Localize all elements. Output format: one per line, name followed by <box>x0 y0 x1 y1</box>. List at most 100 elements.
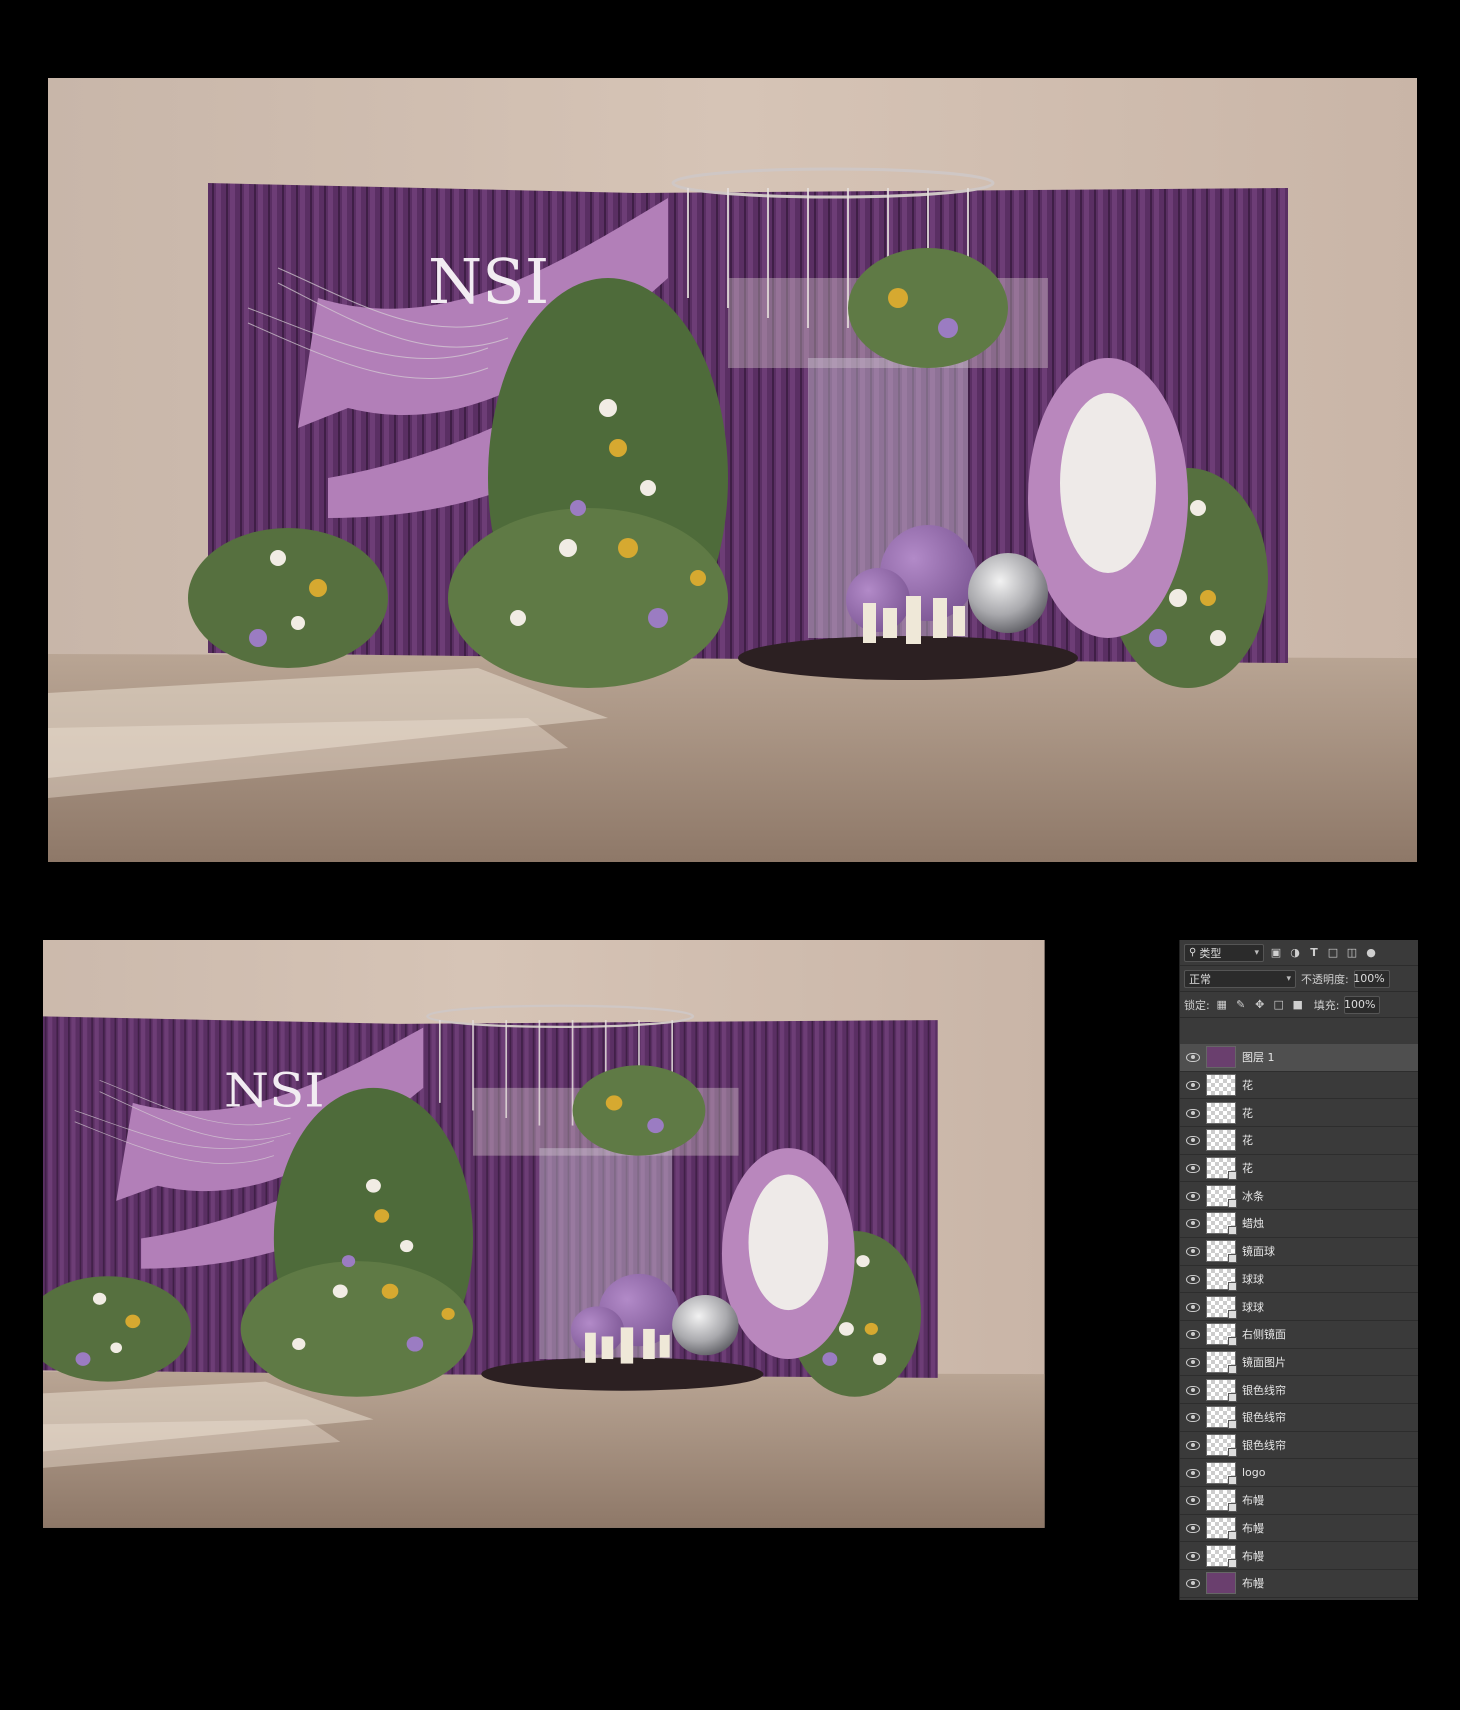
layer-name: 银色线帘 <box>1242 1383 1286 1397</box>
blend-mode-value: 正常 <box>1189 972 1211 986</box>
visibility-eye-icon[interactable] <box>1186 1302 1200 1312</box>
layer-row[interactable]: 镜面球 <box>1180 1238 1418 1266</box>
visibility-eye-icon[interactable] <box>1186 1412 1200 1423</box>
visibility-eye-icon[interactable] <box>1186 1052 1200 1063</box>
visibility-eye-icon[interactable] <box>1186 1523 1200 1534</box>
layer-name: 布幔 <box>1242 1577 1264 1591</box>
lock-transparent-icon[interactable]: ▦ <box>1215 998 1229 1012</box>
layer-filter-select[interactable]: ⚲ 类型 ▾ <box>1184 943 1264 962</box>
layer-row[interactable]: 布幔 <box>1180 1570 1418 1598</box>
layer-thumbnail <box>1206 1544 1237 1568</box>
visibility-eye-icon[interactable] <box>1186 1080 1200 1091</box>
smart-object-badge-icon <box>1228 1475 1237 1485</box>
layer-thumbnail <box>1206 1350 1237 1374</box>
smart-object-badge-icon <box>1228 1503 1237 1513</box>
smart-object-filter-icon[interactable]: ◫ <box>1345 946 1359 960</box>
smart-object-badge-icon <box>1228 1420 1237 1430</box>
visibility-eye-icon[interactable] <box>1186 1191 1200 1201</box>
layer-row[interactable]: 球球 <box>1180 1266 1418 1294</box>
smart-object-badge-icon <box>1228 1281 1237 1291</box>
smart-object-badge-icon <box>1228 1531 1237 1541</box>
image-filter-icon[interactable]: ▣ <box>1269 946 1283 960</box>
layer-row[interactable]: 镜面图片 <box>1180 1349 1418 1377</box>
layer-row[interactable]: 布幔 <box>1180 1542 1418 1571</box>
layer-row[interactable]: logo <box>1180 1459 1418 1487</box>
layer-name: 右侧镜面 <box>1242 1328 1286 1342</box>
visibility-eye-icon[interactable] <box>1186 1163 1200 1174</box>
smart-object-badge-icon <box>1228 1309 1237 1319</box>
smart-object-badge-icon <box>1228 1254 1237 1264</box>
layer-row[interactable]: 冰条 <box>1180 1182 1418 1211</box>
layer-name: 布幔 <box>1242 1549 1264 1563</box>
visibility-eye-icon[interactable] <box>1186 1495 1200 1506</box>
layer-row[interactable]: 银色线帘 <box>1180 1404 1418 1432</box>
layer-row[interactable]: 银色线帘 <box>1180 1432 1418 1460</box>
visibility-eye-icon[interactable] <box>1186 1108 1200 1118</box>
layer-thumbnail <box>1206 1433 1237 1457</box>
layer-name: 银色线帘 <box>1242 1411 1286 1425</box>
smart-object-badge-icon <box>1228 1198 1237 1208</box>
layer-row[interactable]: 布幔 <box>1180 1515 1418 1543</box>
chevron-down-icon: ▾ <box>1286 973 1291 984</box>
layer-name: 图层 1 <box>1242 1051 1275 1065</box>
smart-object-badge-icon <box>1228 1226 1237 1236</box>
layer-row[interactable]: 右侧镜面 <box>1180 1321 1418 1349</box>
visibility-eye-icon[interactable] <box>1186 1440 1200 1450</box>
lock-brush-icon[interactable]: ✎ <box>1234 998 1248 1012</box>
visibility-eye-icon[interactable] <box>1186 1218 1200 1229</box>
visibility-eye-icon[interactable] <box>1186 1357 1200 1367</box>
adjustment-filter-icon[interactable]: ◑ <box>1288 946 1302 960</box>
smart-object-badge-icon <box>1228 1337 1237 1347</box>
layer-name: 蜡烛 <box>1242 1217 1264 1231</box>
layer-row[interactable]: 银色线帘 <box>1180 1376 1418 1404</box>
visibility-eye-icon[interactable] <box>1186 1551 1200 1561</box>
shape-filter-icon[interactable]: □ <box>1326 946 1340 960</box>
layer-name: 花 <box>1242 1134 1253 1148</box>
visibility-eye-icon[interactable] <box>1186 1578 1200 1589</box>
blend-mode-select[interactable]: 正常 ▾ <box>1184 969 1296 988</box>
fill-input[interactable]: 100% <box>1344 995 1381 1014</box>
opacity-input[interactable]: 100% <box>1353 969 1390 988</box>
type-filter-icon[interactable]: T <box>1307 946 1321 960</box>
render-image-bottom <box>43 940 1179 1600</box>
layers-panel: ⚲ 类型 ▾ ▣ ◑ T □ ◫ ● 正常 ▾ 不透明度: 100% 锁定: ▦… <box>1179 940 1418 1600</box>
layer-row[interactable]: 花 <box>1180 1127 1418 1155</box>
visibility-eye-icon[interactable] <box>1186 1274 1200 1284</box>
layer-thumbnail <box>1206 1184 1237 1208</box>
smart-object-badge-icon <box>1228 1558 1237 1568</box>
layer-thumbnail <box>1206 1461 1237 1485</box>
layer-name: 球球 <box>1242 1272 1264 1286</box>
visibility-eye-icon[interactable] <box>1186 1329 1200 1340</box>
layer-row[interactable]: 球球 <box>1180 1293 1418 1321</box>
smart-object-badge-icon <box>1228 1171 1237 1181</box>
layer-name: 银色线帘 <box>1242 1438 1286 1452</box>
layer-name: 花 <box>1242 1162 1253 1176</box>
layer-thumbnail <box>1206 1129 1236 1152</box>
layer-thumbnail <box>1206 1406 1237 1430</box>
filter-toggle-icon[interactable]: ● <box>1364 946 1378 960</box>
layer-filter-label: 类型 <box>1199 946 1222 960</box>
lock-artboard-icon[interactable]: □ <box>1272 998 1286 1012</box>
visibility-eye-icon[interactable] <box>1186 1468 1200 1478</box>
layer-row[interactable]: 图层 1 <box>1180 1044 1418 1072</box>
lock-fill-row: 锁定: ▦ ✎ ✥ □ ■ 填充: 100% <box>1180 992 1418 1018</box>
lock-position-icon[interactable]: ✥ <box>1253 998 1267 1012</box>
visibility-eye-icon[interactable] <box>1186 1135 1200 1146</box>
layer-row[interactable]: 花 <box>1180 1099 1418 1128</box>
layer-row[interactable]: 布幔 <box>1180 1487 1418 1515</box>
lock-all-icon[interactable]: ■ <box>1291 998 1305 1012</box>
layer-row[interactable]: 蜡烛 <box>1180 1210 1418 1238</box>
layer-row[interactable]: 花 <box>1180 1155 1418 1183</box>
layer-name: 镜面球 <box>1242 1245 1275 1259</box>
layer-name: 冰条 <box>1242 1189 1264 1203</box>
layer-row[interactable]: 花 <box>1180 1072 1418 1100</box>
layer-thumbnail <box>1206 1046 1236 1069</box>
smart-object-badge-icon <box>1228 1392 1237 1402</box>
render-image-top <box>48 78 1417 862</box>
layer-thumbnail <box>1206 1323 1237 1347</box>
visibility-eye-icon[interactable] <box>1186 1246 1200 1257</box>
layer-name: logo <box>1242 1466 1266 1480</box>
layer-name: 球球 <box>1242 1300 1264 1314</box>
visibility-eye-icon[interactable] <box>1186 1385 1200 1395</box>
layer-thumbnail <box>1206 1489 1237 1513</box>
